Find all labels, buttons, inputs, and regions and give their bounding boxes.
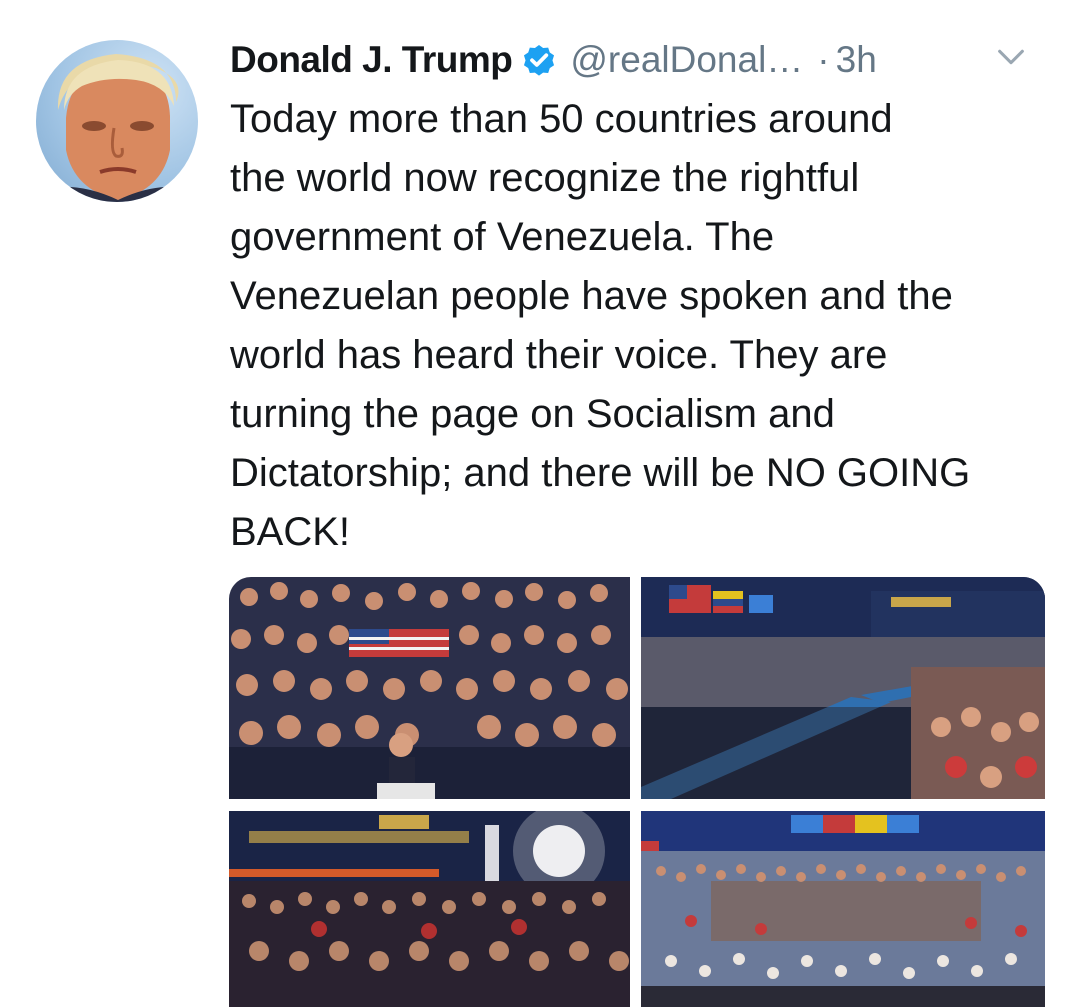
avatar[interactable]	[36, 40, 198, 202]
tweet-text: Today more than 50 countries around the …	[230, 97, 971, 554]
timestamp[interactable]: 3h	[836, 39, 877, 81]
photo-arena-wide-image	[641, 811, 1045, 1007]
photo-crowd-podium[interactable]	[229, 577, 630, 799]
photo-arena-lights-image	[229, 811, 630, 1007]
avatar-image	[36, 54, 198, 202]
tweet-header: Donald J. Trump @realDonal… · 3h	[230, 34, 1050, 86]
photo-arena-stage-image	[641, 577, 1045, 799]
photo-arena-lights[interactable]	[229, 811, 630, 1007]
author-handle[interactable]: @realDonal…	[570, 39, 803, 81]
author-name[interactable]: Donald J. Trump	[230, 39, 513, 81]
media-grid	[229, 577, 1045, 1007]
photo-crowd-podium-image	[229, 577, 630, 799]
chevron-down-icon[interactable]	[994, 40, 1028, 74]
verified-badge-icon	[524, 44, 555, 76]
photo-arena-stage[interactable]	[641, 577, 1045, 799]
separator-dot: ·	[817, 39, 830, 80]
photo-arena-wide[interactable]	[641, 811, 1045, 1007]
